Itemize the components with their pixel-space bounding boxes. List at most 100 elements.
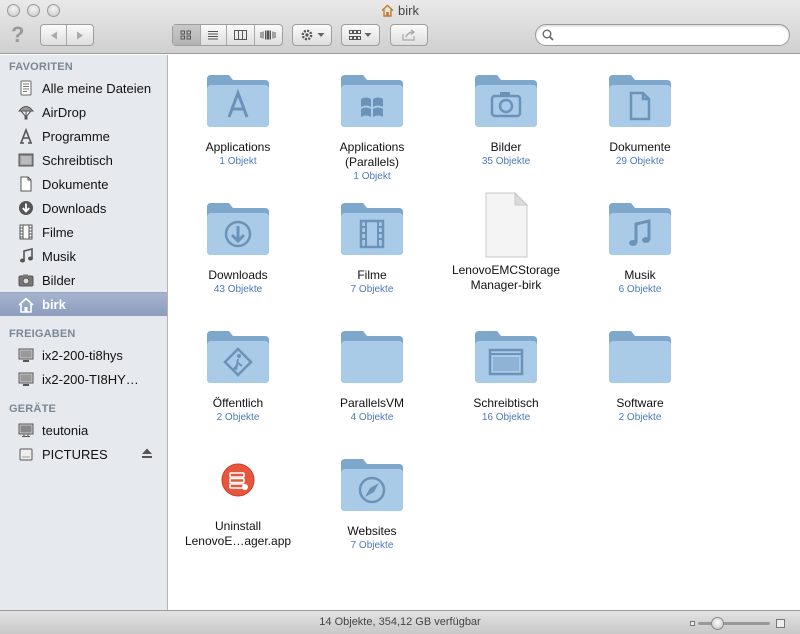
file-item-dokumente[interactable]: Dokumente 29 Objekte <box>573 69 707 168</box>
coverflow-view-icon <box>260 30 276 40</box>
sidebar-item-label: Filme <box>42 224 74 240</box>
search-field[interactable] <box>535 24 790 46</box>
arrange-menu-button[interactable] <box>341 24 380 46</box>
home-icon <box>381 4 394 17</box>
music-folder-icon <box>607 197 673 263</box>
file-item-uninstall-lenovo[interactable]: Uninstall LenovoE…ager.app <box>171 453 305 549</box>
file-item-schreibtisch[interactable]: Schreibtisch 16 Objekte <box>439 325 573 424</box>
file-browser-content: Applications 1 Objekt Applications (Para… <box>169 55 800 610</box>
movies-icon <box>17 223 35 241</box>
file-item-name: ParallelsVM <box>339 396 405 410</box>
windows-folder-icon <box>339 69 405 135</box>
documents-icon <box>17 175 35 193</box>
sidebar-item-programme[interactable]: Programme <box>0 124 167 148</box>
file-item-applications-parallels[interactable]: Applications (Parallels) 1 Objekt <box>305 69 439 183</box>
sidebar-item-airdrop[interactable]: AirDrop <box>0 100 167 124</box>
file-item-parallelsvm[interactable]: ParallelsVM 4 Objekte <box>305 325 439 424</box>
column-view-icon <box>233 30 247 40</box>
sidebar-item-dokumente[interactable]: Dokumente <box>0 172 167 196</box>
pictures-icon <box>17 271 35 289</box>
small-icon-size-icon <box>690 621 695 626</box>
file-item-name: Websites <box>347 524 397 538</box>
status-text: 14 Objekte, 354,12 GB verfügbar <box>319 616 481 628</box>
sidebar-item-schreibtisch[interactable]: Schreibtisch <box>0 148 167 172</box>
applications-folder-icon <box>205 69 271 135</box>
movies-folder-icon <box>339 197 405 263</box>
file-item-filme[interactable]: Filme 7 Objekte <box>305 197 439 296</box>
file-item-count: 16 Objekte <box>481 412 531 423</box>
forward-arrow-icon <box>77 31 83 39</box>
eject-icon[interactable] <box>141 448 153 459</box>
list-view-button[interactable] <box>201 25 228 45</box>
file-item-count: 35 Objekte <box>481 156 531 167</box>
view-mode-segmented <box>172 24 283 46</box>
window-title: birk <box>0 3 800 18</box>
icon-view-button[interactable] <box>173 25 201 45</box>
gear-icon <box>301 29 312 41</box>
file-item-musik[interactable]: Musik 6 Objekte <box>573 197 707 296</box>
file-item-bilder[interactable]: Bilder 35 Objekte <box>439 69 573 168</box>
file-item-count: 6 Objekte <box>618 284 662 295</box>
sidebar-header-devices: GERÄTE <box>9 403 57 415</box>
file-item-count: 43 Objekte <box>213 284 263 295</box>
downloads-folder-icon <box>205 197 271 263</box>
sidebar-item-all-files[interactable]: Alle meine Dateien <box>0 76 167 100</box>
help-button[interactable]: ? <box>11 22 24 48</box>
desktop-folder-icon <box>473 325 539 391</box>
back-button[interactable] <box>41 25 68 45</box>
sidebar-header-favorites: FAVORITEN <box>9 61 73 73</box>
icon-size-slider[interactable] <box>698 622 770 625</box>
sidebar-item-ix2-200-TI8HY[interactable]: ix2-200-TI8HY… <box>0 367 167 391</box>
action-menu-button[interactable] <box>292 24 332 46</box>
plain-folder-icon <box>339 325 405 391</box>
sidebar-item-musik[interactable]: Musik <box>0 244 167 268</box>
plain-folder-icon <box>607 325 673 391</box>
list-view-icon <box>208 31 219 40</box>
sidebar-item-label: Bilder <box>42 272 76 288</box>
sidebar-item-birk[interactable]: birk <box>0 292 167 316</box>
sidebar-item-teutonia[interactable]: teutonia <box>0 418 167 442</box>
file-item-software[interactable]: Software 2 Objekte <box>573 325 707 424</box>
navigation-segmented <box>40 24 94 46</box>
sidebar-item-label: Schreibtisch <box>42 152 113 168</box>
pictures-folder-icon <box>473 69 539 135</box>
sidebar-item-label: ix2-200-ti8hys <box>42 347 123 363</box>
forward-button[interactable] <box>67 25 93 45</box>
uninstaller-app-icon <box>205 453 271 519</box>
sidebar-item-label: Alle meine Dateien <box>42 80 152 96</box>
public-folder-icon <box>205 325 271 391</box>
file-item-downloads[interactable]: Downloads 43 Objekte <box>171 197 305 296</box>
documents-folder-icon <box>607 69 673 135</box>
coverflow-view-button[interactable] <box>255 25 282 45</box>
sidebar-item-label: Programme <box>42 128 110 144</box>
file-item-websites[interactable]: Websites 7 Objekte <box>305 453 439 552</box>
toolbar: birk ? <box>0 0 800 54</box>
downloads-icon <box>17 199 35 217</box>
file-item-count: 1 Objekt <box>353 171 391 182</box>
file-item-count: 7 Objekte <box>350 540 394 551</box>
applications-icon <box>17 127 35 145</box>
file-item-lenovo-storage-manager[interactable]: LenovoEMCStorage Manager-birk <box>439 191 573 293</box>
computer-icon <box>17 421 35 439</box>
search-input[interactable] <box>558 27 783 43</box>
sidebar-item-pictures-drive[interactable]: PICTURES <box>0 442 167 466</box>
file-item-name: Schreibtisch <box>473 396 539 410</box>
file-item-count: 2 Objekte <box>618 412 662 423</box>
sidebar-item-filme[interactable]: Filme <box>0 220 167 244</box>
sidebar-item-bilder[interactable]: Bilder <box>0 268 167 292</box>
share-button[interactable] <box>390 24 428 46</box>
sidebar-item-label: ix2-200-TI8HY… <box>42 371 139 387</box>
file-item-oeffentlich[interactable]: Öffentlich 2 Objekte <box>171 325 305 424</box>
icon-size-slider-knob[interactable] <box>710 617 724 630</box>
share-icon <box>402 29 416 41</box>
sidebar-item-ix2-200-ti8hys[interactable]: ix2-200-ti8hys <box>0 343 167 367</box>
status-bar: 14 Objekte, 354,12 GB verfügbar <box>0 610 800 634</box>
back-arrow-icon <box>50 31 57 39</box>
file-item-count: 7 Objekte <box>350 284 394 295</box>
airdrop-icon <box>17 103 35 121</box>
column-view-button[interactable] <box>227 25 255 45</box>
sidebar: FAVORITEN Alle meine Dateien AirDrop Pro… <box>0 55 168 610</box>
sidebar-item-downloads[interactable]: Downloads <box>0 196 167 220</box>
file-item-applications[interactable]: Applications 1 Objekt <box>171 69 305 168</box>
drive-icon <box>17 445 35 463</box>
